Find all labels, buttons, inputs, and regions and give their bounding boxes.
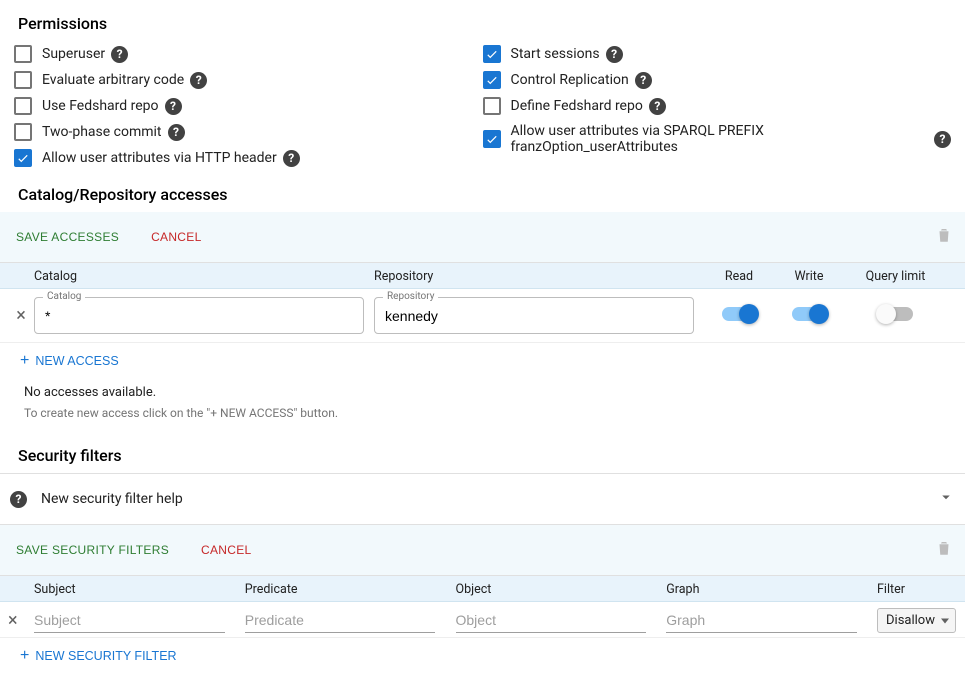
perm-item: Start sessions ? [483, 41, 952, 67]
perm-item: Control Replication ? [483, 67, 952, 93]
eval-code-checkbox[interactable] [14, 71, 32, 89]
filter-select[interactable]: Disallow [877, 608, 956, 633]
help-icon[interactable]: ? [283, 150, 300, 167]
col-subject-header: Subject [34, 582, 245, 597]
trash-icon[interactable] [931, 222, 957, 252]
help-icon: ? [10, 491, 27, 508]
subject-input[interactable] [34, 608, 225, 633]
perm-item: Allow user attributes via HTTP header ? [14, 145, 483, 171]
plus-icon: + [20, 648, 29, 664]
empty-main-text: No accesses available. [24, 385, 941, 400]
accesses-empty-note: No accesses available. To create new acc… [14, 379, 951, 432]
read-toggle[interactable] [722, 307, 756, 321]
help-icon[interactable]: ? [635, 72, 652, 89]
col-read-header: Read [704, 269, 774, 284]
object-input[interactable] [456, 608, 647, 633]
save-filters-button[interactable]: Save security filters [8, 539, 177, 561]
start-sessions-checkbox[interactable] [483, 45, 501, 63]
col-write-header: Write [774, 269, 844, 284]
permissions-left-col: Superuser ? Evaluate arbitrary code ? Us… [14, 41, 483, 171]
new-access-button[interactable]: + New access [14, 343, 125, 379]
help-icon[interactable]: ? [934, 131, 951, 148]
perm-item: Define Fedshard repo ? [483, 93, 952, 119]
perm-label: Allow user attributes via HTTP header [42, 150, 277, 166]
save-accesses-button[interactable]: Save accesses [8, 226, 127, 248]
filters-title: Security filters [14, 432, 951, 473]
repo-float-label: Repository [383, 291, 438, 302]
perm-label: Use Fedshard repo [42, 98, 159, 114]
trash-icon[interactable] [931, 535, 957, 565]
catalog-field[interactable]: Catalog [34, 297, 364, 334]
help-icon[interactable]: ? [606, 46, 623, 63]
filter-header-row: Subject Predicate Object Graph Filter [0, 576, 965, 602]
catalog-input[interactable] [45, 308, 353, 324]
write-toggle[interactable] [792, 307, 826, 321]
help-icon[interactable]: ? [649, 98, 666, 115]
accesses-title: Catalog/Repository accesses [14, 171, 951, 212]
col-object-header: Object [456, 582, 667, 597]
perm-label: Superuser [42, 46, 105, 62]
help-icon[interactable]: ? [190, 72, 207, 89]
perm-label: Start sessions [511, 46, 600, 62]
superuser-checkbox[interactable] [14, 45, 32, 63]
permissions-right-col: Start sessions ? Control Replication ? D… [483, 41, 952, 171]
filter-help-text: New security filter help [41, 491, 183, 507]
empty-sub-text: To create new access click on the "+ NEW… [24, 406, 941, 420]
two-phase-checkbox[interactable] [14, 123, 32, 141]
filter-help-banner[interactable]: ? New security filter help [0, 473, 965, 525]
remove-filter-icon[interactable]: × [8, 610, 18, 631]
cancel-filters-button[interactable]: Cancel [193, 539, 259, 561]
catalog-float-label: Catalog [43, 291, 85, 302]
perm-item: Allow user attributes via SPARQL PREFIX … [483, 119, 952, 159]
col-graph-header: Graph [666, 582, 877, 597]
predicate-input[interactable] [245, 608, 436, 633]
perm-item: Two-phase commit ? [14, 119, 483, 145]
help-icon[interactable]: ? [168, 124, 185, 141]
help-icon[interactable]: ? [111, 46, 128, 63]
col-qlimit-header: Query limit [844, 269, 957, 284]
col-repo-header: Repository [374, 269, 704, 284]
repository-field[interactable]: Repository [374, 297, 694, 334]
col-catalog-header: Catalog [34, 269, 374, 284]
plus-icon: + [20, 353, 29, 369]
new-filter-label: New security filter [35, 649, 176, 663]
filter-row: × Disallow [0, 602, 965, 638]
graph-input[interactable] [666, 608, 857, 633]
access-row: × Catalog Repository [0, 289, 965, 343]
perm-label: Evaluate arbitrary code [42, 72, 184, 88]
filters-actions-bar: Save security filters Cancel [0, 525, 965, 576]
new-access-label: New access [35, 354, 118, 368]
help-icon[interactable]: ? [165, 98, 182, 115]
define-fedshard-checkbox[interactable] [483, 97, 501, 115]
accesses-header-row: Catalog Repository Read Write Query limi… [0, 263, 965, 289]
qlimit-toggle[interactable] [879, 307, 913, 321]
sparql-attrs-checkbox[interactable] [483, 130, 501, 148]
perm-item: Superuser ? [14, 41, 483, 67]
new-filter-button[interactable]: + New security filter [14, 638, 183, 674]
remove-row-icon[interactable]: × [16, 307, 26, 325]
perm-label: Control Replication [511, 72, 629, 88]
perm-item: Use Fedshard repo ? [14, 93, 483, 119]
http-attrs-checkbox[interactable] [14, 149, 32, 167]
permissions-grid: Superuser ? Evaluate arbitrary code ? Us… [14, 41, 951, 171]
col-filter-header: Filter [877, 582, 957, 597]
perm-label: Define Fedshard repo [511, 98, 643, 114]
perm-label: Two-phase commit [42, 124, 162, 140]
perm-item: Evaluate arbitrary code ? [14, 67, 483, 93]
use-fedshard-checkbox[interactable] [14, 97, 32, 115]
repository-input[interactable] [385, 308, 683, 324]
accesses-actions-bar: Save accesses Cancel [0, 212, 965, 263]
chevron-down-icon[interactable] [937, 488, 955, 510]
cancel-accesses-button[interactable]: Cancel [143, 226, 209, 248]
control-replication-checkbox[interactable] [483, 71, 501, 89]
col-predicate-header: Predicate [245, 582, 456, 597]
permissions-title: Permissions [14, 0, 951, 41]
perm-label: Allow user attributes via SPARQL PREFIX … [511, 123, 929, 155]
